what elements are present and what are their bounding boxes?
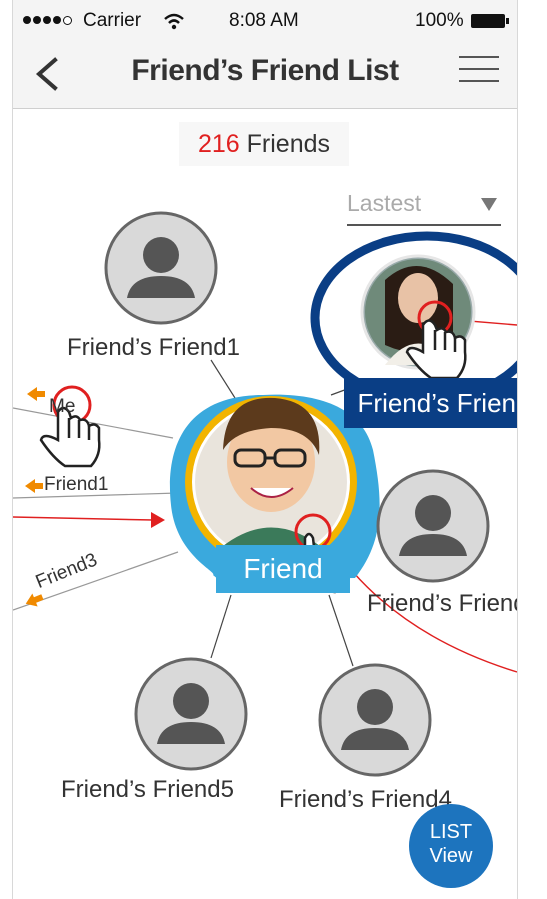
avatar-placeholder-icon	[376, 469, 490, 583]
time-label: 8:08 AM	[229, 10, 299, 31]
friend-count-number: 216	[197, 130, 240, 158]
friends-friend-tag[interactable]: Friend’s Friend	[344, 378, 517, 428]
node-ff1-label: Friend’s Friend1	[67, 334, 240, 361]
phone-screen: Friend’s Friend1 Friend’s Friend3 Friend…	[12, 0, 518, 899]
page-title: Friend’s Friend List	[131, 54, 399, 87]
node-ff3-label: Friend’s Friend3	[367, 590, 517, 617]
edge-ff4	[328, 594, 354, 667]
navigation-bar: Friend’s Friend List	[13, 40, 517, 109]
annotation-line-left	[13, 516, 154, 521]
battery-icon	[471, 14, 509, 28]
list-view-button[interactable]: LIST View	[409, 804, 493, 888]
edge-ff5	[210, 594, 232, 659]
signal-strength-icon	[23, 16, 72, 25]
list-view-line1: LIST	[429, 821, 473, 843]
side-label-friend1[interactable]: Friend1	[44, 474, 108, 496]
arrow-me-icon	[27, 387, 45, 401]
wifi-icon	[164, 13, 184, 30]
side-label-me[interactable]: Me	[49, 396, 75, 418]
avatar-placeholder-icon	[104, 211, 218, 325]
edge-ff1	[210, 359, 236, 399]
friend-tag[interactable]: Friend	[216, 545, 350, 593]
caret-down-icon	[481, 198, 497, 211]
node-ff5[interactable]	[133, 656, 249, 772]
node-ff5-label: Friend’s Friend5	[61, 776, 234, 803]
node-ff4[interactable]	[317, 662, 433, 778]
node-ff1[interactable]	[103, 210, 219, 326]
menu-button[interactable]	[459, 56, 499, 86]
status-bar: Carrier 8:08 AM 100%	[13, 0, 517, 40]
friend-count-suffix: Friends	[239, 130, 331, 158]
hamburger-menu-icon	[459, 56, 499, 58]
carrier-label: Carrier	[83, 10, 142, 31]
annotation-arrowhead	[151, 512, 165, 528]
avatar-placeholder-icon	[134, 657, 248, 771]
node-ff3[interactable]	[375, 468, 491, 584]
sort-dropdown[interactable]: Lastest	[347, 190, 501, 226]
list-view-line2: View	[429, 845, 473, 867]
battery-percent: 100%	[415, 10, 464, 31]
node-ff4-label: Friend’s Friend4	[279, 786, 452, 813]
avatar-placeholder-icon	[318, 663, 432, 777]
annotation-line-bottom-right	[352, 571, 517, 673]
sort-dropdown-value: Lastest	[347, 190, 422, 216]
friend-count: 216 Friends	[179, 122, 349, 166]
arrow-friend1-icon	[25, 479, 43, 493]
